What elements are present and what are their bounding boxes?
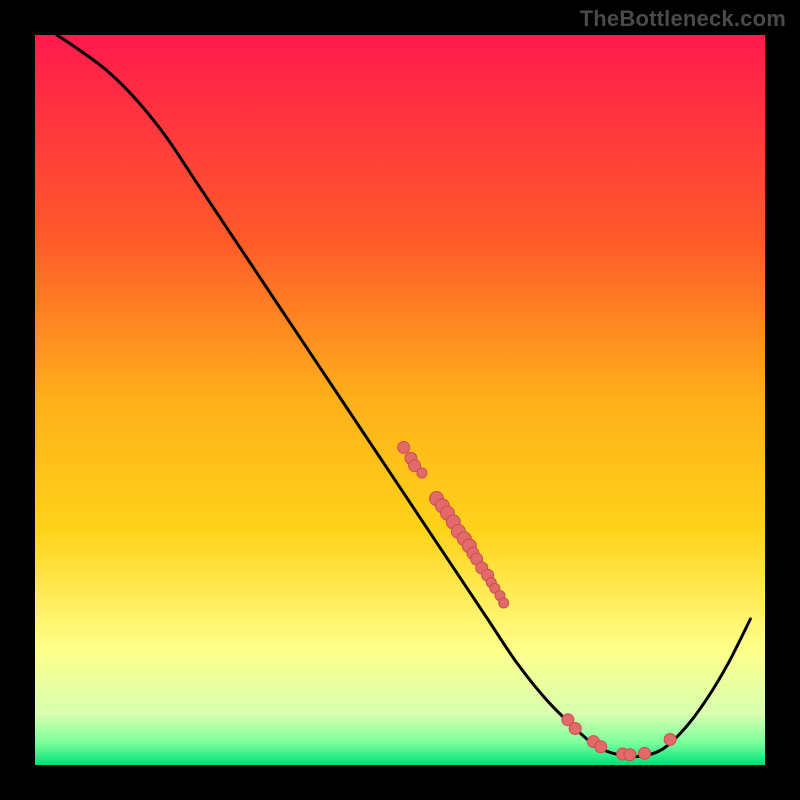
highlight-dot [664, 733, 676, 745]
highlight-dot [499, 598, 509, 608]
highlight-dot [595, 741, 607, 753]
chart-stage: TheBottleneck.com [0, 0, 800, 800]
highlight-dot [569, 723, 581, 735]
plot-background [35, 35, 765, 765]
highlight-dot [417, 468, 427, 478]
highlight-dot [624, 749, 636, 761]
highlight-dot [398, 441, 410, 453]
bottleneck-chart [0, 0, 800, 800]
highlight-dot [639, 747, 651, 759]
